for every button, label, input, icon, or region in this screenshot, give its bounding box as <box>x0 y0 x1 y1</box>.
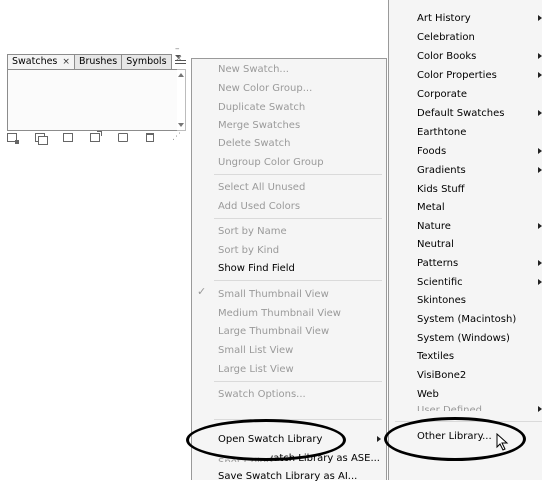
menu-separator <box>214 218 382 219</box>
submenu-item[interactable]: Kids Stuff <box>417 183 465 196</box>
submenu-item[interactable]: Skintones <box>417 294 466 307</box>
submenu-item[interactable]: Web <box>417 388 439 401</box>
submenu-arrow-icon <box>538 110 542 116</box>
menu-item-large-thumbnail-view[interactable]: Large Thumbnail View <box>218 325 329 338</box>
menu-item-select-all-unused[interactable]: Select All Unused <box>218 181 305 194</box>
panel-footer-toolbar: ⋰ <box>7 130 185 145</box>
menu-item-medium-thumbnail-view[interactable]: Medium Thumbnail View <box>218 307 341 320</box>
submenu-item[interactable]: Scientific <box>417 276 463 289</box>
menu-item-new-color-group[interactable]: New Color Group... <box>218 82 312 95</box>
submenu-item[interactable]: Foods <box>417 145 446 158</box>
submenu-item[interactable]: Nature <box>417 220 451 233</box>
mouse-cursor-icon <box>496 433 509 451</box>
new-color-group-icon[interactable] <box>90 130 103 142</box>
submenu-arrow-icon <box>538 406 542 412</box>
submenu-item[interactable]: Gradients <box>417 164 466 177</box>
submenu-arrow-icon <box>538 148 542 154</box>
menu-item-delete-swatch[interactable]: Delete Swatch <box>218 137 290 150</box>
tab-brushes[interactable]: Brushes <box>73 54 123 69</box>
submenu-arrow-icon <box>538 72 542 78</box>
swatch-options-icon[interactable] <box>62 132 73 142</box>
menu-separator <box>214 381 382 382</box>
tab-swatches[interactable]: Swatches × <box>7 54 75 69</box>
menu-item-small-list-view[interactable]: Small List View <box>218 344 293 357</box>
highlight-ellipse-open-swatch-library <box>186 419 346 461</box>
submenu-item[interactable]: Textiles <box>417 350 454 363</box>
swatch-libraries-menu-icon[interactable] <box>7 132 19 144</box>
submenu-item[interactable]: Corporate <box>417 88 467 101</box>
menu-separator <box>214 280 382 281</box>
submenu-item[interactable]: Neutral <box>417 238 454 251</box>
resize-grip-icon[interactable]: ⋰ <box>172 132 181 142</box>
panel-tabs: Swatches × Brushes Symbols <box>7 54 172 69</box>
menu-item-save-swatch-library-ai[interactable]: Save Swatch Library as AI... <box>218 470 357 483</box>
submenu-item[interactable]: Default Swatches <box>417 107 505 120</box>
submenu-arrow-icon <box>538 279 542 285</box>
submenu-item[interactable]: Patterns <box>417 257 458 270</box>
submenu-item[interactable]: Color Properties <box>417 69 497 82</box>
tab-close-icon[interactable]: × <box>62 57 70 67</box>
menu-item-merge-swatches[interactable]: Merge Swatches <box>218 119 300 132</box>
menu-item-ungroup-color-group[interactable]: Ungroup Color Group <box>218 156 324 169</box>
submenu-item[interactable]: System (Windows) <box>417 332 510 345</box>
menu-separator <box>214 174 382 175</box>
show-swatch-kinds-icon[interactable] <box>34 132 48 145</box>
menu-item-swatch-options[interactable]: Swatch Options... <box>218 388 306 401</box>
submenu-item-user-defined[interactable]: User Defined <box>417 404 482 411</box>
menu-item-duplicate-swatch[interactable]: Duplicate Swatch <box>218 101 305 114</box>
submenu-arrow-icon <box>538 223 542 229</box>
menu-item-add-used-colors[interactable]: Add Used Colors <box>218 200 300 213</box>
submenu-arrow-icon <box>377 436 381 442</box>
submenu-arrow-icon <box>538 53 542 59</box>
swatches-list-area[interactable] <box>7 69 178 131</box>
menu-item-sort-by-name[interactable]: Sort by Name <box>218 225 287 238</box>
scroll-up-icon[interactable] <box>178 73 184 77</box>
submenu-item[interactable]: Earthtone <box>417 126 466 139</box>
new-swatch-icon[interactable] <box>118 132 129 142</box>
menu-item-new-swatch[interactable]: New Swatch... <box>218 63 289 76</box>
submenu-item[interactable]: Art History <box>417 12 471 25</box>
delete-swatch-icon[interactable] <box>146 132 155 142</box>
panel-menu-icon[interactable] <box>175 55 186 67</box>
checkmark-icon: ✓ <box>197 285 207 298</box>
scroll-down-icon[interactable] <box>178 123 184 127</box>
menu-item-small-thumbnail-view[interactable]: Small Thumbnail View <box>218 288 329 301</box>
swatch-library-submenu: Art History Celebration Color Books Color P… <box>388 0 542 480</box>
submenu-item[interactable]: Metal <box>417 201 445 214</box>
menu-item-large-list-view[interactable]: Large List View <box>218 363 294 376</box>
submenu-item[interactable]: Color Books <box>417 50 476 63</box>
submenu-arrow-icon <box>538 15 542 21</box>
submenu-item[interactable]: VisiBone2 <box>417 369 466 382</box>
menu-item-show-find-field[interactable]: Show Find Field <box>218 262 295 275</box>
menu-item-sort-by-kind[interactable]: Sort by Kind <box>218 244 279 257</box>
submenu-item[interactable]: Celebration <box>417 31 475 44</box>
tab-symbols[interactable]: Symbols <box>121 54 172 69</box>
submenu-arrow-icon <box>538 260 542 266</box>
swatches-panel-menu: New Swatch... New Color Group... Duplica… <box>191 58 387 483</box>
swatches-panel: – × Swatches × Brushes Symbols ⋰ <box>7 44 186 146</box>
submenu-item[interactable]: System (Macintosh) <box>417 313 516 326</box>
tab-swatches-label: Swatches <box>12 56 58 67</box>
submenu-arrow-icon <box>538 167 542 173</box>
swatches-scrollbar[interactable] <box>177 69 186 131</box>
